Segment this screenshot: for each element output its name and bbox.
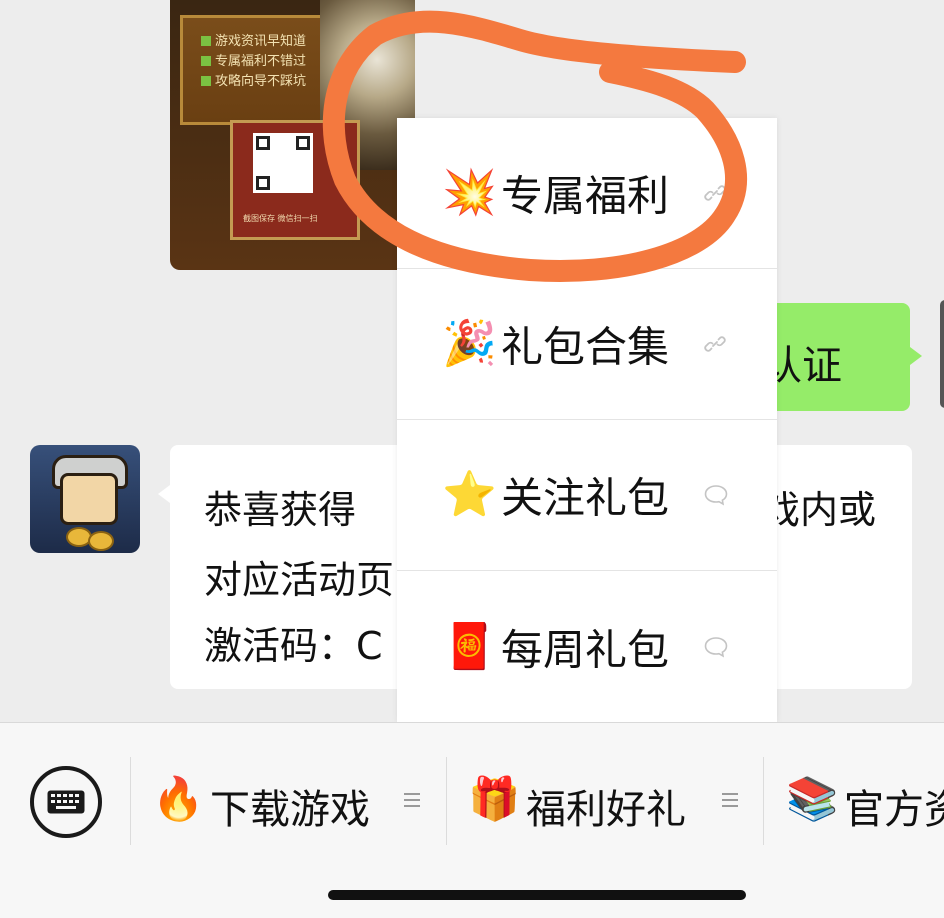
link-icon — [704, 185, 726, 201]
qr-caption: 截图保存 微信扫一扫 — [243, 214, 318, 223]
star-emoji-icon: ⭐ — [442, 469, 497, 520]
chat-bubble-icon — [704, 485, 728, 506]
menu-official-info[interactable]: 📚 官方资 — [786, 763, 944, 837]
menu-divider — [763, 757, 764, 845]
chat-bubble-icon — [704, 636, 728, 658]
fire-emoji-icon: 🔥 — [152, 774, 205, 823]
menu-label: 下载游戏 — [210, 787, 370, 833]
submenu-item-label: 每周礼包 — [501, 625, 670, 674]
checkbox-icon — [201, 56, 211, 66]
message-line-1-tail: 戏内或 — [762, 488, 877, 532]
message-line-3: 激活码：C — [204, 624, 383, 668]
promo-image-message[interactable]: 游戏资讯早知道 专属福利不错过 攻略向导不踩坑 截图保存 微信扫一扫 — [170, 0, 415, 270]
message-line-1: 恭喜获得 — [204, 488, 357, 532]
books-emoji-icon: 📚 — [786, 774, 839, 823]
submenu-item-exclusive-benefits[interactable]: 💥 专属福利 — [397, 118, 777, 269]
collision-emoji-icon: 💥 — [442, 167, 497, 218]
submenu-item-label: 专属福利 — [501, 171, 670, 221]
submenu-item-label: 礼包合集 — [501, 322, 670, 372]
menu-label: 官方资 — [844, 787, 944, 833]
submenu-item-follow-gift[interactable]: ⭐ 关注礼包 — [397, 420, 777, 571]
official-account-avatar[interactable] — [30, 445, 140, 553]
party-popper-emoji-icon: 🎉 — [442, 318, 497, 369]
keyboard-toggle-button[interactable] — [30, 766, 102, 838]
link-icon — [704, 336, 726, 352]
promo-check-item: 游戏资讯早知道 — [201, 30, 306, 49]
submenu-item-label: 关注礼包 — [501, 473, 670, 523]
home-indicator[interactable] — [328, 890, 746, 900]
menu-welfare-gifts[interactable]: 🎁 福利好礼 — [468, 763, 748, 837]
menu-label: 福利好礼 — [526, 787, 686, 833]
submenu-indicator-icon — [404, 789, 420, 809]
menu-divider — [130, 757, 131, 845]
keyboard-icon — [47, 790, 85, 814]
promo-check-item: 专属福利不错过 — [201, 50, 306, 69]
qr-code-frame: 截图保存 微信扫一扫 — [230, 120, 360, 240]
submenu-popup: 💥 专属福利 🎉 礼包合集 ⭐ 关注礼包 🧧 每周礼包 — [397, 118, 777, 722]
promo-check-item: 攻略向导不踩坑 — [201, 70, 306, 89]
gift-emoji-icon: 🎁 — [468, 774, 521, 823]
bottom-menu-bar: 🔥 下载游戏 🎁 福利好礼 📚 官方资 — [0, 722, 944, 918]
checkbox-icon — [201, 76, 211, 86]
self-avatar[interactable] — [940, 300, 944, 408]
submenu-item-gift-collection[interactable]: 🎉 礼包合集 — [397, 269, 777, 420]
red-envelope-emoji-icon: 🧧 — [442, 620, 497, 672]
menu-divider — [446, 757, 447, 845]
avatar-face — [60, 473, 118, 525]
message-line-2: 对应活动页 — [204, 558, 395, 602]
qr-code — [253, 133, 313, 193]
submenu-item-weekly-gift[interactable]: 🧧 每周礼包 — [397, 571, 777, 722]
submenu-indicator-icon — [722, 789, 738, 809]
menu-download-game[interactable]: 🔥 下载游戏 — [152, 763, 432, 837]
coin-icon — [88, 531, 114, 551]
checkbox-icon — [201, 36, 211, 46]
